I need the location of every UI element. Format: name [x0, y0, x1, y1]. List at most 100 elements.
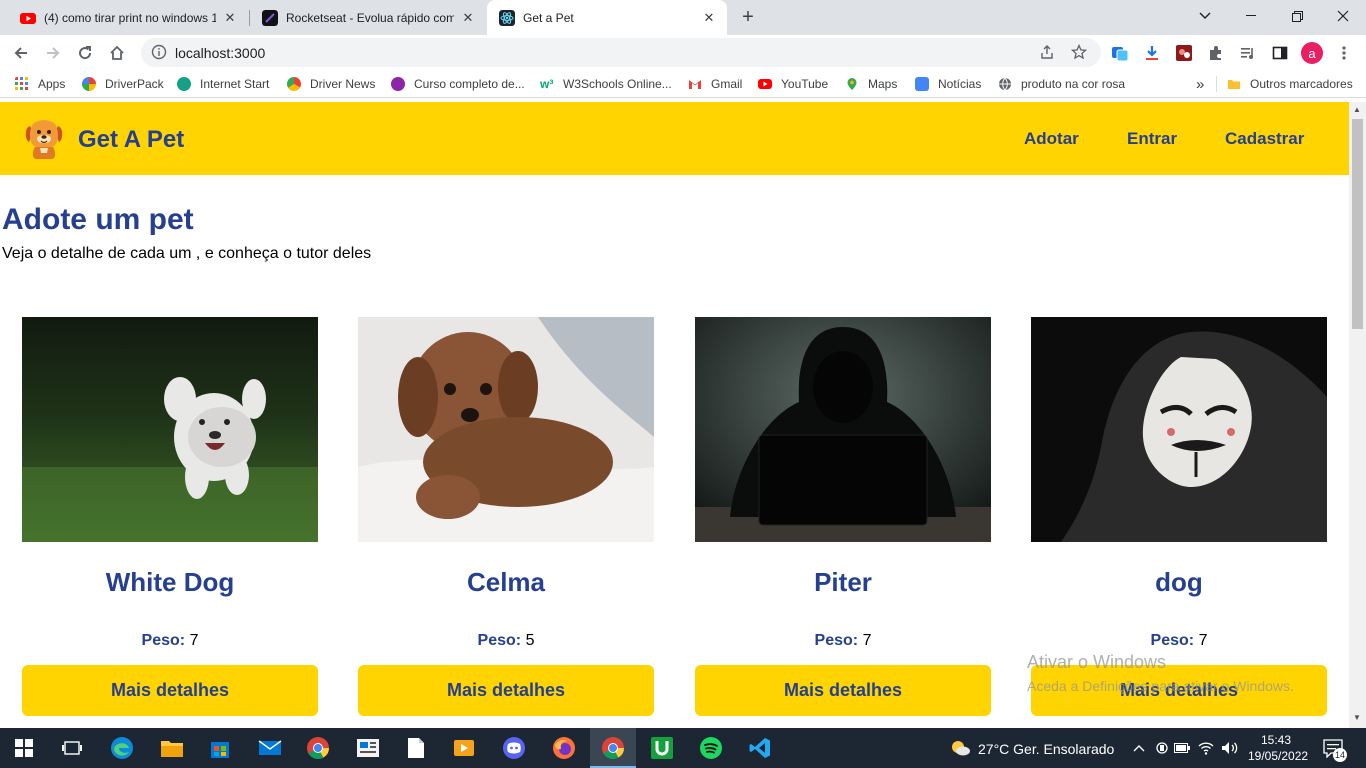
url-text: localhost:3000 — [175, 45, 266, 61]
anonymous-mask-photo — [1031, 317, 1327, 542]
task-view-icon[interactable] — [58, 734, 86, 762]
mail-icon[interactable] — [256, 734, 284, 762]
nav-link-cadastrar[interactable]: Cadastrar — [1225, 129, 1304, 149]
bookmark-divider — [1216, 76, 1217, 92]
weight-value: 7 — [862, 632, 872, 649]
weather-text[interactable]: 27°C Ger. Ensolarado — [978, 741, 1114, 757]
scroll-up-arrow-icon[interactable]: ▲ — [1353, 105, 1361, 114]
rocketseat-icon — [262, 9, 278, 26]
bookmark-gmail[interactable]: Gmail — [688, 76, 742, 92]
internet-start-icon — [177, 77, 191, 91]
brand-name[interactable]: Get A Pet — [78, 126, 184, 154]
bookmarks-overflow-button[interactable]: » — [1196, 76, 1204, 93]
bookmark-other-folder[interactable]: Outros marcadores — [1227, 76, 1353, 92]
extensions-puzzle-icon[interactable] — [1206, 43, 1226, 63]
tab-search-chevron-icon[interactable] — [1182, 0, 1228, 32]
page-scrollbar[interactable]: ▲ ▼ — [1349, 102, 1366, 728]
bookmark-label: DriverPack — [105, 77, 164, 91]
details-button[interactable]: Mais detalhes — [695, 665, 991, 716]
scroll-down-arrow-icon[interactable]: ▼ — [1353, 713, 1361, 722]
tab-get-a-pet[interactable]: Get a Pet ✕ — [487, 0, 727, 35]
notification-count-badge: 14 — [1333, 748, 1347, 762]
nav-link-entrar[interactable]: Entrar — [1127, 129, 1177, 149]
pet-card: Celma Peso: 5 Mais detalhes — [358, 317, 654, 716]
tab-title: (4) como tirar print no windows 1 — [44, 10, 216, 25]
bookmark-driver-news[interactable]: Driver News — [287, 76, 375, 92]
dog-logo-icon[interactable] — [24, 118, 64, 160]
extension-badge-icon[interactable] — [1174, 43, 1194, 63]
bookmark-maps[interactable]: Maps — [845, 76, 897, 92]
volume-icon[interactable] — [1216, 734, 1244, 762]
star-bookmark-icon[interactable] — [1071, 44, 1087, 60]
scrollbar-thumb[interactable] — [1352, 119, 1363, 329]
info-icon[interactable] — [151, 44, 167, 60]
watermark-subtitle: Aceda a Definições para ativar o Windows… — [1027, 678, 1294, 694]
download-icon[interactable] — [1142, 43, 1162, 63]
close-tab-icon[interactable]: ✕ — [222, 10, 238, 26]
bookmark-curso[interactable]: Curso completo de... — [391, 76, 525, 92]
browser-toolbar: localhost:3000 a — [0, 35, 1366, 70]
edge-icon[interactable] — [108, 734, 136, 762]
screen-capture-extension-icon[interactable] — [1110, 43, 1130, 63]
address-bar[interactable]: localhost:3000 — [141, 38, 1101, 67]
back-arrow-icon[interactable] — [8, 40, 34, 66]
weather-sun-icon[interactable] — [946, 734, 974, 762]
windows-start-icon[interactable] — [10, 734, 38, 762]
pet-weight: Peso: 7 — [22, 632, 318, 650]
globe-icon — [999, 77, 1011, 91]
restore-icon[interactable] — [1274, 0, 1320, 32]
spotify-icon[interactable] — [697, 734, 725, 762]
side-panel-icon[interactable] — [1270, 43, 1290, 63]
minimize-icon[interactable] — [1228, 0, 1274, 32]
close-tab-icon[interactable]: ✕ — [460, 10, 476, 26]
home-icon[interactable] — [104, 40, 130, 66]
media-player-icon[interactable] — [450, 734, 478, 762]
browser-tab-strip: (4) como tirar print no windows 1 ✕ Rock… — [0, 0, 1366, 35]
document-icon[interactable] — [402, 734, 430, 762]
pet-name: Piter — [814, 567, 872, 597]
tab-title: Get a Pet — [523, 10, 574, 25]
details-button[interactable]: Mais detalhes — [358, 665, 654, 716]
bookmark-youtube[interactable]: YouTube — [758, 76, 828, 92]
notifications-icon[interactable]: 14 — [1320, 734, 1348, 762]
youtube-icon — [20, 12, 36, 24]
kebab-menu-icon[interactable] — [1334, 43, 1354, 63]
bookmark-driverpack[interactable]: DriverPack — [82, 76, 164, 92]
taskbar-clock[interactable]: 15:43 19/05/2022 — [1248, 732, 1308, 764]
tab-rocketseat[interactable]: Rocketseat - Evolua rápido como ✕ — [250, 0, 486, 35]
bookmark-label: Gmail — [711, 77, 743, 91]
youtube-icon — [758, 79, 772, 89]
bookmark-w3schools[interactable]: w³ W3Schools Online... — [540, 76, 672, 92]
details-button[interactable]: Mais detalhes — [22, 665, 318, 716]
close-window-icon[interactable] — [1320, 0, 1366, 32]
bookmarks-bar: Apps DriverPack Internet Start Driver Ne… — [0, 70, 1366, 98]
reload-icon[interactable] — [72, 40, 98, 66]
profile-avatar[interactable]: a — [1301, 42, 1323, 64]
nav-link-adotar[interactable]: Adotar — [1024, 129, 1079, 149]
utorrent-icon[interactable] — [648, 734, 676, 762]
chrome-icon[interactable] — [304, 734, 332, 762]
hooded-hacker-photo — [695, 317, 991, 542]
chrome-active-icon[interactable] — [599, 734, 627, 762]
media-queue-icon[interactable] — [1238, 43, 1258, 63]
bookmark-produto-rosa[interactable]: produto na cor rosa — [998, 76, 1125, 92]
tab-youtube[interactable]: (4) como tirar print no windows 1 ✕ — [8, 0, 248, 35]
close-tab-icon[interactable]: ✕ — [701, 10, 717, 26]
weight-value: 7 — [189, 632, 199, 649]
bookmark-label: YouTube — [781, 77, 829, 91]
bookmark-apps[interactable]: Apps — [15, 76, 65, 92]
bookmark-label: Notícias — [938, 77, 982, 91]
file-explorer-icon[interactable] — [158, 734, 186, 762]
news-app-icon[interactable] — [354, 734, 382, 762]
firefox-icon[interactable] — [550, 734, 578, 762]
forward-arrow-icon[interactable] — [40, 40, 66, 66]
bookmark-internet-start[interactable]: Internet Start — [177, 76, 269, 92]
vscode-icon[interactable] — [746, 734, 774, 762]
bookmark-noticias[interactable]: Notícias — [915, 76, 981, 92]
discord-icon[interactable] — [500, 734, 528, 762]
bookmark-label: Apps — [38, 77, 66, 91]
microsoft-store-icon[interactable] — [206, 734, 234, 762]
share-icon[interactable] — [1039, 44, 1055, 60]
pet-name: White Dog — [105, 567, 235, 597]
new-tab-button[interactable]: + — [737, 6, 759, 28]
